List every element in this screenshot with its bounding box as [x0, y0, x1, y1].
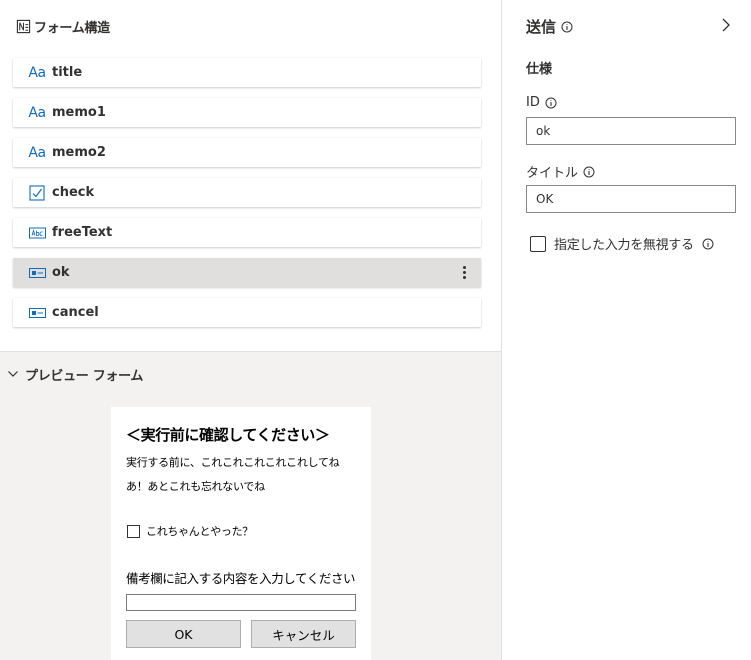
structure-item-title[interactable]: Aa title — [13, 58, 481, 87]
structure-item-memo1[interactable]: Aa memo1 — [13, 98, 481, 127]
info-icon[interactable] — [545, 97, 557, 109]
spec-section-title: 仕様 — [526, 62, 553, 77]
ignore-input-checkbox[interactable] — [530, 235, 546, 252]
more-options-icon[interactable] — [458, 264, 470, 281]
info-icon[interactable] — [561, 21, 573, 33]
structure-item-ok[interactable]: ok — [13, 258, 481, 287]
structure-item-label: ok — [52, 265, 70, 280]
ignore-input-label: 指定した入力を無視する — [554, 238, 694, 253]
text-icon: Aa — [28, 144, 46, 161]
preview-free-text-label: 備考欄に記入する内容を入力してください — [126, 571, 356, 586]
chevron-right-icon[interactable] — [719, 17, 733, 33]
button-icon — [27, 307, 47, 318]
button-icon — [27, 267, 47, 278]
title-label-text: タイトル — [526, 166, 579, 181]
preview-form-toggle[interactable]: プレビュー フォーム — [7, 363, 143, 385]
id-input[interactable]: ok — [526, 117, 736, 145]
preview-form-title: プレビュー フォーム — [25, 368, 144, 384]
form-structure-icon — [16, 19, 31, 33]
info-icon[interactable] — [583, 166, 595, 178]
text-icon: Aa — [28, 104, 46, 121]
properties-title: 送信 — [526, 18, 557, 36]
form-structure-panel: フォーム構造 Aa title Aa memo1 Aa memo2 check freeTex… — [0, 0, 501, 352]
structure-item-freeText[interactable]: freeText — [13, 218, 481, 247]
preview-check[interactable]: これちゃんとやった？ — [127, 523, 253, 539]
title-input[interactable]: OK — [526, 185, 736, 213]
checkbox-icon — [27, 184, 47, 201]
properties-pane: 送信 仕様 ID ok タイトル OK 指定した入力を無視する — [502, 0, 751, 660]
text-input-icon — [27, 227, 47, 239]
preview-memo2: あ！あとこれも忘れないでね — [126, 480, 265, 493]
preview-checkbox[interactable] — [127, 524, 140, 538]
properties-header: 送信 — [526, 16, 573, 37]
form-structure-header: フォーム構造 — [16, 16, 110, 36]
form-structure-title: フォーム構造 — [34, 20, 110, 36]
structure-item-label: memo2 — [52, 145, 106, 160]
title-label: タイトル — [526, 162, 595, 181]
preview-cancel-button[interactable]: キャンセル — [251, 620, 356, 648]
id-label-text: ID — [526, 95, 540, 110]
structure-item-cancel[interactable]: cancel — [13, 298, 481, 327]
info-icon[interactable] — [702, 238, 714, 250]
ignore-input-option[interactable]: 指定した入力を無視する — [530, 234, 714, 253]
preview-free-text-input[interactable] — [126, 594, 356, 611]
structure-item-check[interactable]: check — [13, 178, 481, 207]
structure-item-label: freeText — [52, 225, 113, 240]
text-icon: Aa — [28, 64, 46, 81]
structure-item-memo2[interactable]: Aa memo2 — [13, 138, 481, 167]
structure-item-label: title — [52, 65, 83, 80]
id-label: ID — [526, 95, 557, 110]
preview-heading: ＜実行前に確認してください＞ — [126, 426, 330, 444]
left-pane: フォーム構造 Aa title Aa memo1 Aa memo2 check freeTex… — [0, 0, 501, 660]
chevron-down-icon — [8, 371, 18, 377]
preview-memo1: 実行する前に、これこれこれこれこれしてね — [126, 456, 340, 469]
preview-ok-button[interactable]: OK — [126, 620, 241, 648]
structure-item-label: cancel — [52, 305, 99, 320]
structure-item-label: check — [52, 185, 95, 200]
structure-item-label: memo1 — [52, 105, 106, 120]
preview-form: ＜実行前に確認してください＞ 実行する前に、これこれこれこれこれしてね あ！あと… — [111, 407, 371, 660]
preview-check-label: これちゃんとやった？ — [146, 525, 253, 538]
